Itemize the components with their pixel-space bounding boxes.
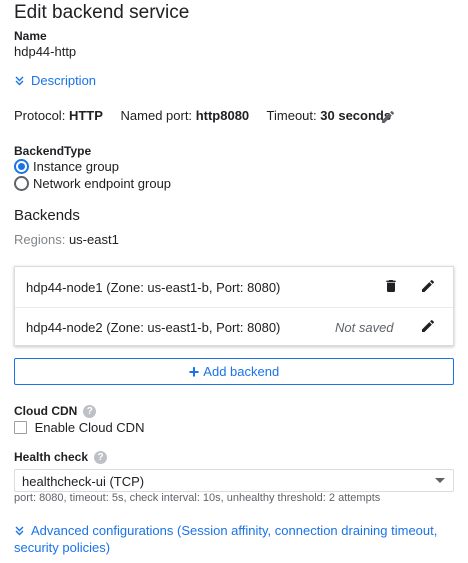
add-backend-button[interactable]: + Add backend bbox=[14, 358, 454, 385]
radio-button-selected[interactable] bbox=[14, 159, 29, 175]
health-check-section: Health check? bbox=[14, 450, 108, 465]
radio-label: Instance group bbox=[33, 159, 120, 175]
page-title: Edit backend service bbox=[14, 2, 190, 23]
plus-icon: + bbox=[188, 362, 200, 382]
advanced-configurations-toggle[interactable]: Advanced configurations (Session affinit… bbox=[14, 522, 454, 556]
radio-label: Network endpoint group bbox=[33, 176, 172, 192]
description-link[interactable]: Description bbox=[31, 73, 96, 88]
protocol-label: Protocol: bbox=[14, 108, 66, 123]
radio-network-endpoint-group[interactable]: Network endpoint group bbox=[14, 175, 172, 192]
backend-name: hdp44-node2 (Zone: us-east1-b, Port: 808… bbox=[26, 320, 281, 335]
advanced-configurations-link[interactable]: Advanced configurations (Session affinit… bbox=[14, 523, 437, 555]
help-icon[interactable]: ? bbox=[83, 405, 97, 419]
backends-heading: Backends bbox=[14, 207, 80, 224]
regions-label: Regions: bbox=[14, 232, 66, 247]
name-value: hdp44-http bbox=[14, 44, 77, 59]
cloud-cdn-label: Cloud CDN bbox=[14, 404, 78, 418]
dropdown-arrow-icon bbox=[435, 478, 445, 483]
backend-row[interactable]: hdp44-node1 (Zone: us-east1-b, Port: 808… bbox=[15, 267, 453, 307]
protocol-value: HTTP bbox=[68, 108, 103, 123]
not-saved-status: Not saved bbox=[335, 320, 394, 335]
enable-cdn-row[interactable]: Enable Cloud CDN bbox=[14, 419, 144, 435]
radio-button[interactable] bbox=[14, 176, 29, 192]
regions-line: Regions: us-east1 bbox=[14, 232, 119, 247]
named-port-value: http8080 bbox=[195, 108, 250, 123]
name-label: Name bbox=[14, 29, 47, 43]
protocol-summary: Protocol: HTTP Named port: http8080 Time… bbox=[14, 108, 405, 123]
backend-name: hdp44-node1 (Zone: us-east1-b, Port: 808… bbox=[26, 280, 281, 295]
description-toggle[interactable]: Description bbox=[14, 73, 96, 88]
pencil-icon[interactable] bbox=[380, 109, 396, 125]
named-port-label: Named port: bbox=[120, 108, 193, 123]
chevron-down-icon bbox=[15, 76, 24, 86]
health-check-value: healthcheck-ui (TCP) bbox=[22, 474, 145, 489]
pencil-icon[interactable] bbox=[420, 318, 436, 334]
cloud-cdn-section: Cloud CDN? bbox=[14, 404, 97, 419]
pencil-icon[interactable] bbox=[420, 278, 436, 294]
health-check-select[interactable]: healthcheck-ui (TCP) bbox=[14, 469, 454, 492]
radio-instance-group[interactable]: Instance group bbox=[14, 158, 120, 175]
health-check-hint: port: 8080, timeout: 5s, check interval:… bbox=[14, 492, 381, 504]
backend-type-label: BackendType bbox=[14, 144, 92, 158]
timeout-label: Timeout: bbox=[266, 108, 317, 123]
backend-row[interactable]: hdp44-node2 (Zone: us-east1-b, Port: 808… bbox=[15, 307, 453, 347]
trash-icon[interactable] bbox=[383, 278, 399, 294]
enable-cdn-checkbox[interactable] bbox=[14, 421, 27, 435]
regions-value: us-east1 bbox=[68, 232, 119, 247]
backends-list: hdp44-node1 (Zone: us-east1-b, Port: 808… bbox=[14, 266, 454, 346]
help-icon[interactable]: ? bbox=[94, 451, 108, 465]
health-check-label: Health check bbox=[14, 450, 89, 464]
enable-cdn-label: Enable Cloud CDN bbox=[34, 420, 145, 436]
add-backend-label: Add backend bbox=[203, 364, 280, 379]
chevron-down-icon bbox=[15, 526, 24, 536]
